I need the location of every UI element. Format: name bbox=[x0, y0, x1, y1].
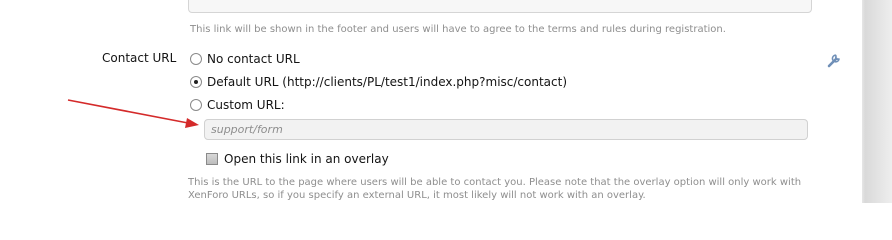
options-panel: This link will be shown in the footer an… bbox=[0, 0, 892, 203]
overlay-checkbox[interactable] bbox=[206, 153, 218, 165]
custom-url-input[interactable] bbox=[204, 119, 808, 140]
previous-field-input[interactable] bbox=[188, 0, 812, 13]
page-edge-shadow bbox=[862, 0, 892, 203]
radio-label: Custom URL: bbox=[207, 98, 285, 112]
radio-button-checked[interactable] bbox=[190, 76, 202, 88]
radio-custom-url[interactable]: Custom URL: bbox=[190, 97, 285, 113]
arrow-shaft bbox=[67, 99, 189, 124]
radio-label: No contact URL bbox=[207, 52, 300, 66]
radio-button[interactable] bbox=[190, 99, 202, 111]
overlay-checkbox-row[interactable]: Open this link in an overlay bbox=[206, 151, 389, 167]
radio-no-contact-url[interactable]: No contact URL bbox=[190, 51, 300, 67]
overlay-checkbox-label: Open this link in an overlay bbox=[224, 152, 389, 166]
radio-button[interactable] bbox=[190, 53, 202, 65]
contact-url-explain-line-1: This is the URL to the page where users … bbox=[188, 177, 802, 188]
radio-label: Default URL (http://clients/PL/test1/ind… bbox=[207, 75, 568, 89]
previous-field-explain: This link will be shown in the footer an… bbox=[190, 24, 726, 35]
arrow-head bbox=[185, 118, 199, 128]
wrench-icon[interactable] bbox=[825, 51, 843, 69]
contact-url-label: Contact URL bbox=[102, 51, 177, 65]
radio-default-url[interactable]: Default URL (http://clients/PL/test1/ind… bbox=[190, 74, 567, 90]
contact-url-explain-line-2: XenForo URLs, so if you specify an exter… bbox=[188, 190, 646, 201]
